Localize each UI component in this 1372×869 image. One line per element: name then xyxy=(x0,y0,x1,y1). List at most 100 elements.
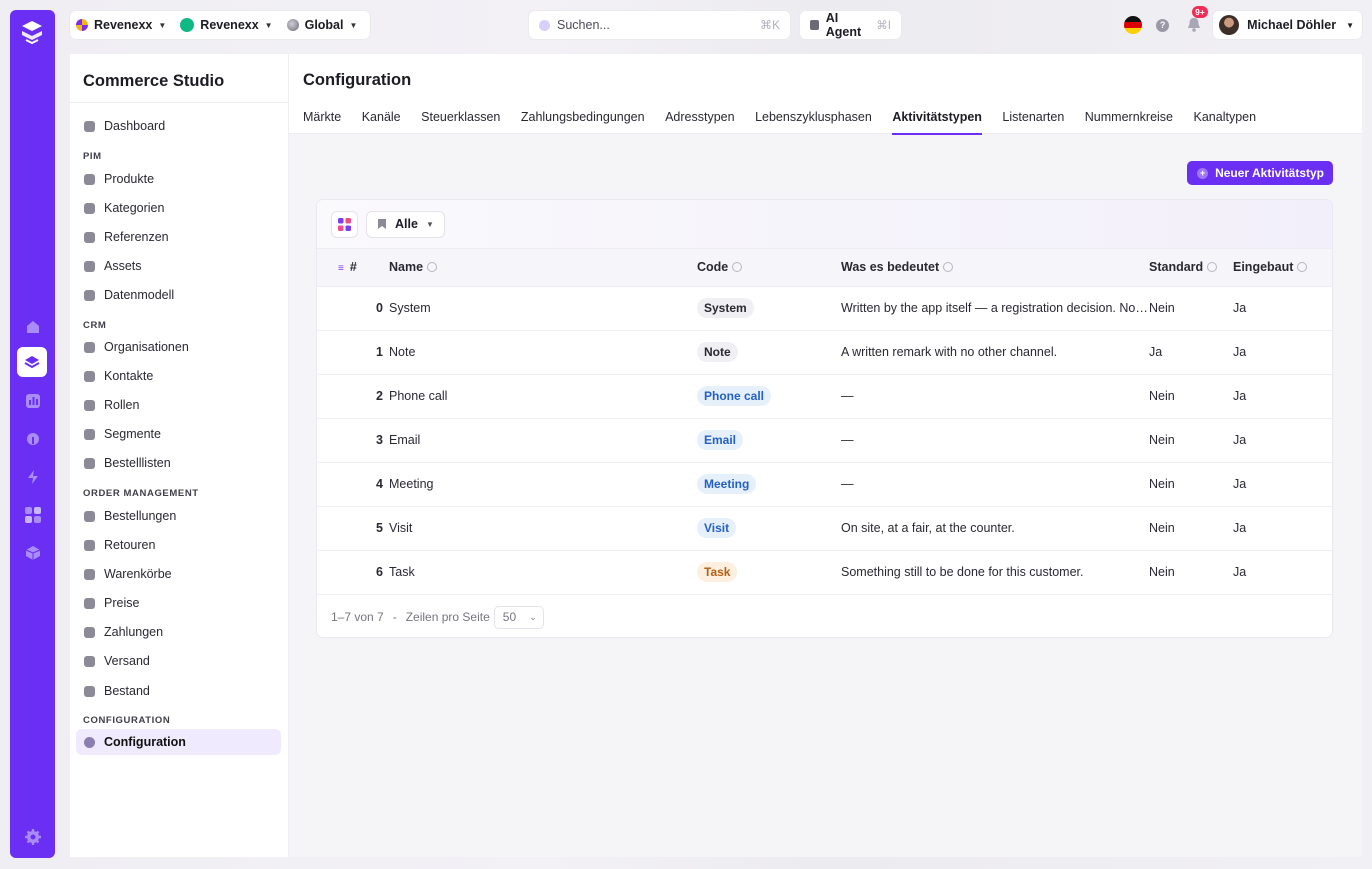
view-toggle-button[interactable] xyxy=(331,210,358,238)
table-row[interactable]: 6 Task Task Something still to be done for … xyxy=(317,550,1332,594)
ai-agent-button[interactable]: AI Agent ⌘I xyxy=(800,11,901,39)
table-header-row: ≡ # Name Code Was es bedeutet Standard Ei… xyxy=(317,249,1332,286)
settings-gear-icon[interactable] xyxy=(19,823,46,850)
sidebar: Commerce Studio Dashboard PIM Produkte K… xyxy=(70,54,289,857)
notifications-badge: 9+ xyxy=(1192,6,1208,18)
sidebar-item-bestand[interactable]: Bestand xyxy=(76,678,281,704)
tab-kanaele[interactable]: Kanäle xyxy=(362,110,401,135)
shield-icon xyxy=(84,399,95,411)
rows-per-page-value: 50 xyxy=(502,610,517,624)
code-badge: Phone call xyxy=(697,386,772,406)
row-code-cell: Note xyxy=(697,330,841,374)
info-icon xyxy=(1207,262,1218,273)
tab-nummernkreise[interactable]: Nummernkreise xyxy=(1085,110,1173,135)
analytics-icon[interactable] xyxy=(19,387,46,414)
pagination-range: 1–7 von 7 xyxy=(331,610,384,624)
tab-maerkte[interactable]: Märkte xyxy=(303,110,341,135)
global-search[interactable]: Suchen... ⌘K xyxy=(529,11,790,39)
sidebar-item-bestelllisten[interactable]: Bestelllisten xyxy=(76,450,281,476)
cube-icon[interactable] xyxy=(19,539,46,566)
new-activity-type-button[interactable]: + Neuer Aktivitätstyp xyxy=(1187,161,1333,185)
sidebar-item-retouren[interactable]: Retouren xyxy=(76,532,281,558)
info-icon xyxy=(1297,262,1308,273)
sidebar-item-versand[interactable]: Versand xyxy=(76,648,281,674)
database-icon xyxy=(84,231,95,243)
return-arrow-icon xyxy=(84,539,95,551)
column-header-name[interactable]: Name xyxy=(389,249,697,286)
column-header-meaning[interactable]: Was es bedeutet xyxy=(841,249,1149,286)
sidebar-item-label: Bestand xyxy=(104,684,150,698)
sidebar-item-preise[interactable]: Preise xyxy=(76,590,281,616)
tab-listenarten[interactable]: Listenarten xyxy=(1002,110,1064,135)
chevron-down-icon: ▼ xyxy=(349,20,358,30)
row-name: Visit xyxy=(389,521,413,535)
column-header-code[interactable]: Code xyxy=(697,249,841,286)
rows-per-page-label: Zeilen pro Seite xyxy=(405,610,490,624)
location-icon[interactable] xyxy=(19,425,46,452)
sidebar-item-organisationen[interactable]: Organisationen xyxy=(76,334,281,360)
tab-steuerklassen[interactable]: Steuerklassen xyxy=(421,110,500,135)
ai-agent-shortcut: ⌘I xyxy=(876,20,891,32)
table-row[interactable]: 2 Phone call Phone call — Nein Ja xyxy=(317,374,1332,418)
shop-selector[interactable]: Revenexx ▼ xyxy=(180,18,273,32)
column-header-builtin[interactable]: Eingebaut xyxy=(1233,249,1332,286)
sidebar-item-label: Organisationen xyxy=(104,340,189,354)
table-row[interactable]: 0 System System Written by the app itself —… xyxy=(317,286,1332,330)
row-builtin: Ja xyxy=(1233,521,1247,535)
table-row[interactable]: 3 Email Email — Nein Ja xyxy=(317,418,1332,462)
column-header-label: # xyxy=(349,260,357,275)
app-rail xyxy=(10,10,55,858)
sidebar-item-datenmodell[interactable]: Datenmodell xyxy=(76,282,281,308)
column-header-label: Name xyxy=(389,260,424,275)
grid-icon xyxy=(338,217,351,231)
sidebar-item-warenkoerbe[interactable]: Warenkörbe xyxy=(76,561,281,587)
user-menu[interactable]: Michael Döhler ▼ xyxy=(1213,11,1362,39)
sidebar-item-zahlungen[interactable]: Zahlungen xyxy=(76,619,281,645)
price-tag-icon xyxy=(84,597,95,609)
sidebar-item-dashboard[interactable]: Dashboard xyxy=(76,113,281,139)
tab-zahlungsbedingungen[interactable]: Zahlungsbedingungen xyxy=(521,110,645,135)
sidebar-item-bestellungen[interactable]: Bestellungen xyxy=(76,503,281,529)
language-flag-icon[interactable] xyxy=(1124,16,1143,34)
data-model-icon xyxy=(84,289,95,301)
apps-icon[interactable] xyxy=(19,501,46,528)
tenant-selector[interactable]: Revenexx ▼ xyxy=(76,18,166,32)
sidebar-item-produkte[interactable]: Produkte xyxy=(76,166,281,192)
column-header-default[interactable]: Standard xyxy=(1149,249,1233,286)
region-selector[interactable]: Global ▼ xyxy=(286,18,358,32)
row-code-cell: System xyxy=(697,286,841,330)
section-heading-pim: PIM xyxy=(83,151,102,162)
home-icon[interactable] xyxy=(19,313,46,340)
sidebar-item-label: Datenmodell xyxy=(104,288,175,302)
help-icon[interactable]: ? xyxy=(1156,18,1170,32)
section-heading-configuration: CONFIGURATION xyxy=(83,715,171,726)
tab-adresstypen[interactable]: Adresstypen xyxy=(665,110,734,135)
row-index: 4 xyxy=(376,477,383,491)
sidebar-item-kontakte[interactable]: Kontakte xyxy=(76,363,281,389)
tab-aktivitaetstypen[interactable]: Aktivitätstypen xyxy=(892,110,982,135)
lightning-icon[interactable] xyxy=(19,463,46,490)
sidebar-item-label: Segmente xyxy=(104,427,161,441)
organization-icon xyxy=(84,341,95,353)
layers-icon[interactable] xyxy=(17,347,47,377)
sidebar-item-referenzen[interactable]: Referenzen xyxy=(76,224,281,250)
row-meaning: Written by the app itself — a registrati… xyxy=(841,301,1149,315)
table-row[interactable]: 1 Note Note A written remark with no other … xyxy=(317,330,1332,374)
sidebar-item-kategorien[interactable]: Kategorien xyxy=(76,195,281,221)
sidebar-item-configuration[interactable]: Configuration xyxy=(76,729,281,755)
sidebar-item-segmente[interactable]: Segmente xyxy=(76,421,281,447)
image-icon xyxy=(84,260,95,272)
notifications-bell-icon[interactable]: 9+ xyxy=(1187,6,1208,33)
app-logo-icon[interactable] xyxy=(18,18,46,46)
tab-kanaltypen[interactable]: Kanaltypen xyxy=(1194,110,1257,135)
tab-lebenszyklusphasen[interactable]: Lebenszyklusphasen xyxy=(755,110,872,135)
sidebar-item-assets[interactable]: Assets xyxy=(76,253,281,279)
code-badge: Task xyxy=(697,562,738,583)
filter-dropdown[interactable]: Alle ▼ xyxy=(366,210,445,238)
rows-per-page-select[interactable]: 50 ⌄ xyxy=(493,605,544,629)
column-header-index[interactable]: ≡ # xyxy=(317,249,389,286)
table-row[interactable]: 4 Meeting Meeting — Nein Ja xyxy=(317,462,1332,506)
table-row[interactable]: 5 Visit Visit On site, at a fair, at the co… xyxy=(317,506,1332,550)
row-index: 6 xyxy=(376,565,383,580)
sidebar-item-rollen[interactable]: Rollen xyxy=(76,392,281,418)
